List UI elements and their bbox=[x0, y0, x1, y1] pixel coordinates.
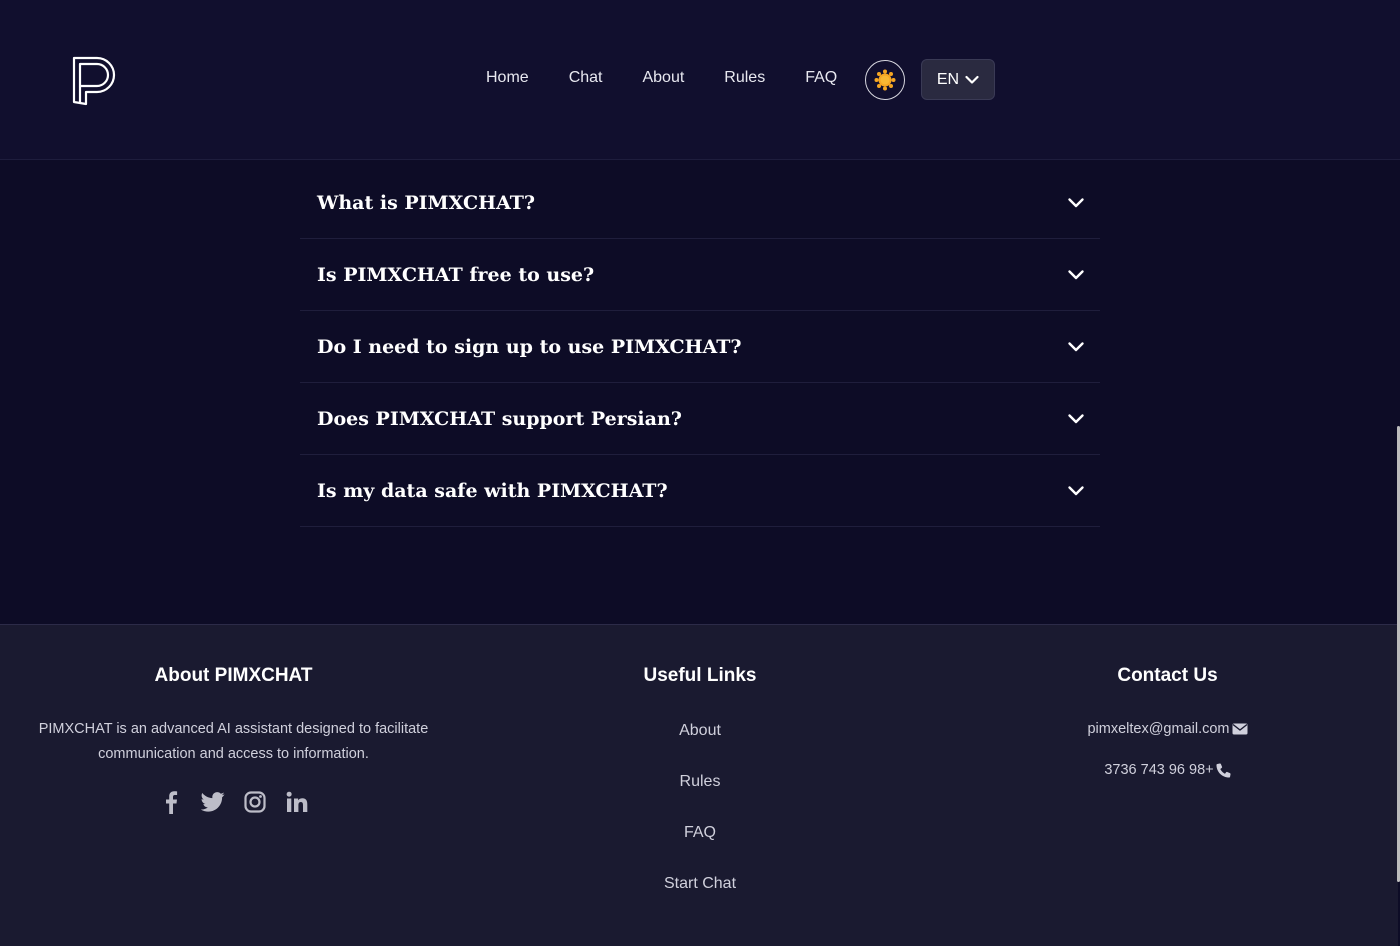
nav-about[interactable]: About bbox=[642, 68, 684, 88]
footer-link-rules[interactable]: Rules bbox=[600, 772, 800, 792]
footer-link-about[interactable]: About bbox=[600, 721, 800, 741]
contact-phone[interactable]: 3736 743 96 98+ bbox=[1040, 760, 1295, 780]
twitter-icon[interactable] bbox=[200, 789, 225, 815]
chevron-down-icon bbox=[1068, 413, 1084, 423]
faq-question: Does PIMXCHAT support Persian? bbox=[317, 407, 682, 430]
contact-email[interactable]: pimxeltex@gmail.com bbox=[1040, 719, 1295, 739]
chevron-down-icon bbox=[1068, 269, 1084, 279]
footer-about-text-line: PIMXCHAT is an advanced AI assistant des… bbox=[38, 721, 429, 737]
footer-about: About PIMXCHAT PIMXCHAT is an advanced A… bbox=[30, 625, 437, 815]
faq-question: Is my data safe with PIMXCHAT? bbox=[317, 479, 668, 502]
pimxchat-logo[interactable] bbox=[70, 54, 118, 108]
contact-phone-text: 3736 743 96 98+ bbox=[1104, 762, 1214, 778]
site-footer: About PIMXCHAT PIMXCHAT is an advanced A… bbox=[0, 624, 1398, 946]
faq-question: Do I need to sign up to use PIMXCHAT? bbox=[317, 335, 742, 358]
language-label: EN bbox=[936, 70, 960, 88]
footer-contact: Contact Us pimxeltex@gmail.com 3736 743 … bbox=[1040, 625, 1295, 780]
main-nav: Home Chat About Rules FAQ bbox=[486, 68, 837, 88]
nav-chat[interactable]: Chat bbox=[569, 68, 603, 88]
nav-rules[interactable]: Rules bbox=[724, 68, 765, 88]
faq-question: What is PIMXCHAT? bbox=[317, 192, 536, 214]
envelope-icon bbox=[1232, 723, 1248, 735]
theme-toggle-button[interactable] bbox=[865, 60, 905, 100]
chevron-down-icon bbox=[965, 75, 979, 84]
nav-home[interactable]: Home bbox=[486, 68, 529, 88]
instagram-icon[interactable] bbox=[243, 789, 267, 815]
chevron-down-icon bbox=[1068, 198, 1084, 208]
nav-faq[interactable]: FAQ bbox=[805, 68, 837, 88]
faq-item[interactable]: Does PIMXCHAT support Persian? bbox=[300, 383, 1100, 455]
footer-contact-title: Contact Us bbox=[1117, 665, 1218, 686]
footer-link-faq[interactable]: FAQ bbox=[600, 823, 800, 843]
footer-about-text-line: communication and access to information. bbox=[98, 746, 369, 762]
faq-item[interactable]: Is my data safe with PIMXCHAT? bbox=[300, 455, 1100, 527]
footer-useful-links: Useful Links About Rules FAQ Start Chat bbox=[600, 625, 800, 894]
faq-item[interactable]: What is PIMXCHAT? bbox=[300, 168, 1100, 239]
footer-about-title: About PIMXCHAT bbox=[154, 665, 313, 686]
language-select[interactable]: EN bbox=[921, 59, 995, 100]
page: Home Chat About Rules FAQ EN What is PIM… bbox=[0, 0, 1400, 946]
faq-question: Is PIMXCHAT free to use? bbox=[317, 263, 595, 286]
faq-list: What is PIMXCHAT? Is PIMXCHAT free to us… bbox=[300, 168, 1100, 527]
chevron-down-icon bbox=[1068, 341, 1084, 351]
social-links bbox=[30, 789, 437, 815]
faq-item[interactable]: Is PIMXCHAT free to use? bbox=[300, 239, 1100, 311]
footer-about-text: PIMXCHAT is an advanced AI assistant des… bbox=[30, 717, 437, 767]
chevron-down-icon bbox=[1068, 485, 1084, 495]
facebook-icon[interactable] bbox=[159, 789, 183, 815]
site-header: Home Chat About Rules FAQ EN bbox=[0, 0, 1400, 160]
contact-email-text: pimxeltex@gmail.com bbox=[1087, 721, 1230, 737]
footer-links-title: Useful Links bbox=[643, 665, 757, 686]
linkedin-icon[interactable] bbox=[285, 789, 309, 815]
footer-link-start-chat[interactable]: Start Chat bbox=[600, 874, 800, 894]
sun-icon bbox=[874, 69, 896, 91]
phone-icon bbox=[1216, 762, 1231, 778]
faq-item[interactable]: Do I need to sign up to use PIMXCHAT? bbox=[300, 311, 1100, 383]
